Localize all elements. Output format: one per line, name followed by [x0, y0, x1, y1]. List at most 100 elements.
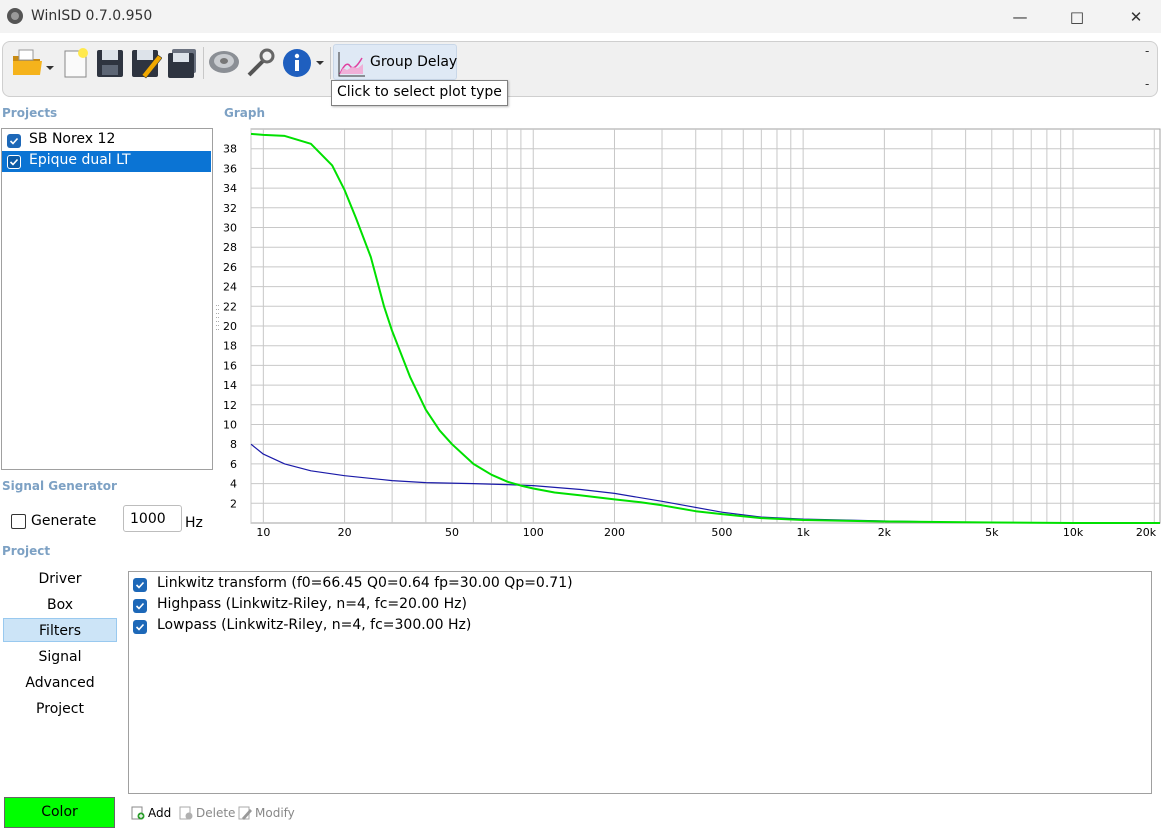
frequency-unit: Hz — [185, 515, 203, 531]
signal-generator-heading: Signal Generator — [2, 479, 117, 493]
save-all-button[interactable] — [165, 45, 199, 81]
driver-icon — [209, 51, 239, 73]
open-folder-icon — [13, 49, 54, 75]
save-as-button[interactable] — [129, 45, 163, 81]
nav-box[interactable]: Box — [3, 593, 117, 617]
modify-icon — [238, 806, 252, 820]
project-checkbox[interactable] — [7, 134, 21, 148]
project-item-selected[interactable]: Epique dual LT — [2, 151, 211, 172]
info-button[interactable] — [280, 45, 328, 81]
project-heading: Project — [2, 544, 51, 558]
y-tick-label: 34 — [223, 182, 237, 195]
project-item[interactable]: SB Norex 12 — [2, 130, 211, 151]
checkmark-icon — [9, 137, 19, 145]
minimize-icon: — — [1012, 7, 1028, 26]
projects-list — [1, 128, 213, 470]
checkmark-icon — [135, 623, 145, 631]
y-tick-label: 8 — [230, 438, 237, 451]
toolbar-separator — [203, 47, 204, 79]
modify-label: Modify — [255, 806, 295, 820]
y-tick-label: 24 — [223, 281, 237, 294]
graph-heading: Graph — [224, 106, 265, 120]
window-title: WinISD 0.7.0.950 — [31, 8, 153, 24]
plot-type-tooltip: Click to select plot type — [331, 80, 508, 106]
x-tick-label: 10k — [1063, 526, 1084, 539]
info-icon — [283, 49, 324, 77]
y-tick-label: 32 — [223, 202, 237, 215]
nav-filters[interactable]: Filters — [3, 618, 117, 642]
y-tick-label: 38 — [223, 143, 237, 156]
modify-button[interactable]: Modify — [238, 806, 295, 820]
nav-signal[interactable]: Signal — [3, 645, 117, 669]
maximize-icon: □ — [1069, 7, 1085, 26]
save-button[interactable] — [94, 45, 126, 81]
app-icon — [7, 8, 23, 24]
filter-checkbox[interactable] — [133, 620, 147, 634]
driver-editor-button[interactable] — [206, 45, 242, 81]
x-tick-label: 100 — [523, 526, 544, 539]
minimize-button[interactable]: — — [997, 0, 1043, 33]
tools-icon — [247, 48, 275, 77]
y-tick-label: 6 — [230, 458, 237, 471]
new-project-button[interactable] — [60, 45, 92, 81]
x-tick-label: 500 — [711, 526, 732, 539]
checkmark-icon — [135, 581, 145, 589]
y-tick-label: 20 — [223, 320, 237, 333]
x-tick-label: 5k — [985, 526, 999, 539]
frequency-input[interactable] — [123, 505, 182, 532]
y-tick-label: 30 — [223, 222, 237, 235]
x-tick-label: 10 — [256, 526, 270, 539]
y-tick-label: 10 — [223, 419, 237, 432]
y-tick-label: 14 — [223, 379, 237, 392]
toolbar-dash-bottom: - — [1145, 77, 1150, 91]
y-tick-label: 16 — [223, 359, 237, 372]
plot-type-icon — [338, 52, 365, 77]
add-label: Add — [148, 806, 172, 820]
filter-label: Lowpass (Linkwitz-Riley, n=4, fc=300.00 … — [157, 617, 472, 633]
x-tick-label: 2k — [878, 526, 892, 539]
close-icon: ✕ — [1129, 7, 1143, 26]
save-as-icon — [132, 50, 162, 79]
new-document-icon — [64, 48, 88, 78]
maximize-button[interactable]: □ — [1054, 0, 1100, 33]
y-tick-label: 4 — [230, 478, 237, 491]
plot-type-label: Group Delay — [370, 54, 458, 70]
filter-checkbox[interactable] — [133, 599, 147, 613]
checkmark-icon — [9, 158, 19, 166]
open-button[interactable] — [8, 45, 56, 81]
filter-label: Highpass (Linkwitz-Riley, n=4, fc=20.00 … — [157, 596, 467, 612]
add-icon — [131, 806, 145, 820]
x-tick-label: 50 — [445, 526, 459, 539]
y-tick-label: 18 — [223, 340, 237, 353]
projects-heading: Projects — [2, 106, 58, 120]
project-label: SB Norex 12 — [29, 131, 116, 147]
toolbar-dash-top: - — [1145, 44, 1150, 58]
nav-project[interactable]: Project — [3, 697, 117, 721]
delete-label: Delete — [196, 806, 236, 820]
generate-checkbox[interactable] — [11, 514, 26, 529]
y-tick-label: 22 — [223, 300, 237, 313]
filter-label: Linkwitz transform (f0=66.45 Q0=0.64 fp=… — [157, 575, 573, 591]
save-icon — [97, 50, 123, 77]
y-tick-label: 36 — [223, 162, 237, 175]
color-button[interactable]: Color — [4, 797, 115, 828]
x-tick-label: 20 — [338, 526, 352, 539]
x-tick-label: 1k — [796, 526, 810, 539]
y-tick-label: 2 — [230, 497, 237, 510]
close-button[interactable]: ✕ — [1113, 0, 1159, 33]
generate-label: Generate — [31, 513, 97, 529]
nav-advanced[interactable]: Advanced — [3, 671, 117, 695]
save-all-icon — [168, 49, 196, 78]
nav-driver[interactable]: Driver — [3, 567, 117, 591]
filter-checkbox[interactable] — [133, 578, 147, 592]
group-delay-chart[interactable]: 246810121416182022242628303234363810 20 50… — [220, 128, 1161, 542]
x-tick-label: 200 — [604, 526, 625, 539]
checkmark-icon — [135, 602, 145, 610]
delete-button[interactable]: Delete — [179, 806, 235, 820]
x-tick-label: 20k — [1136, 526, 1157, 539]
project-checkbox[interactable] — [7, 155, 21, 169]
tools-button[interactable] — [244, 45, 278, 81]
add-button[interactable]: Add — [131, 806, 171, 820]
toolbar-separator — [330, 47, 331, 79]
y-tick-label: 12 — [223, 399, 237, 412]
